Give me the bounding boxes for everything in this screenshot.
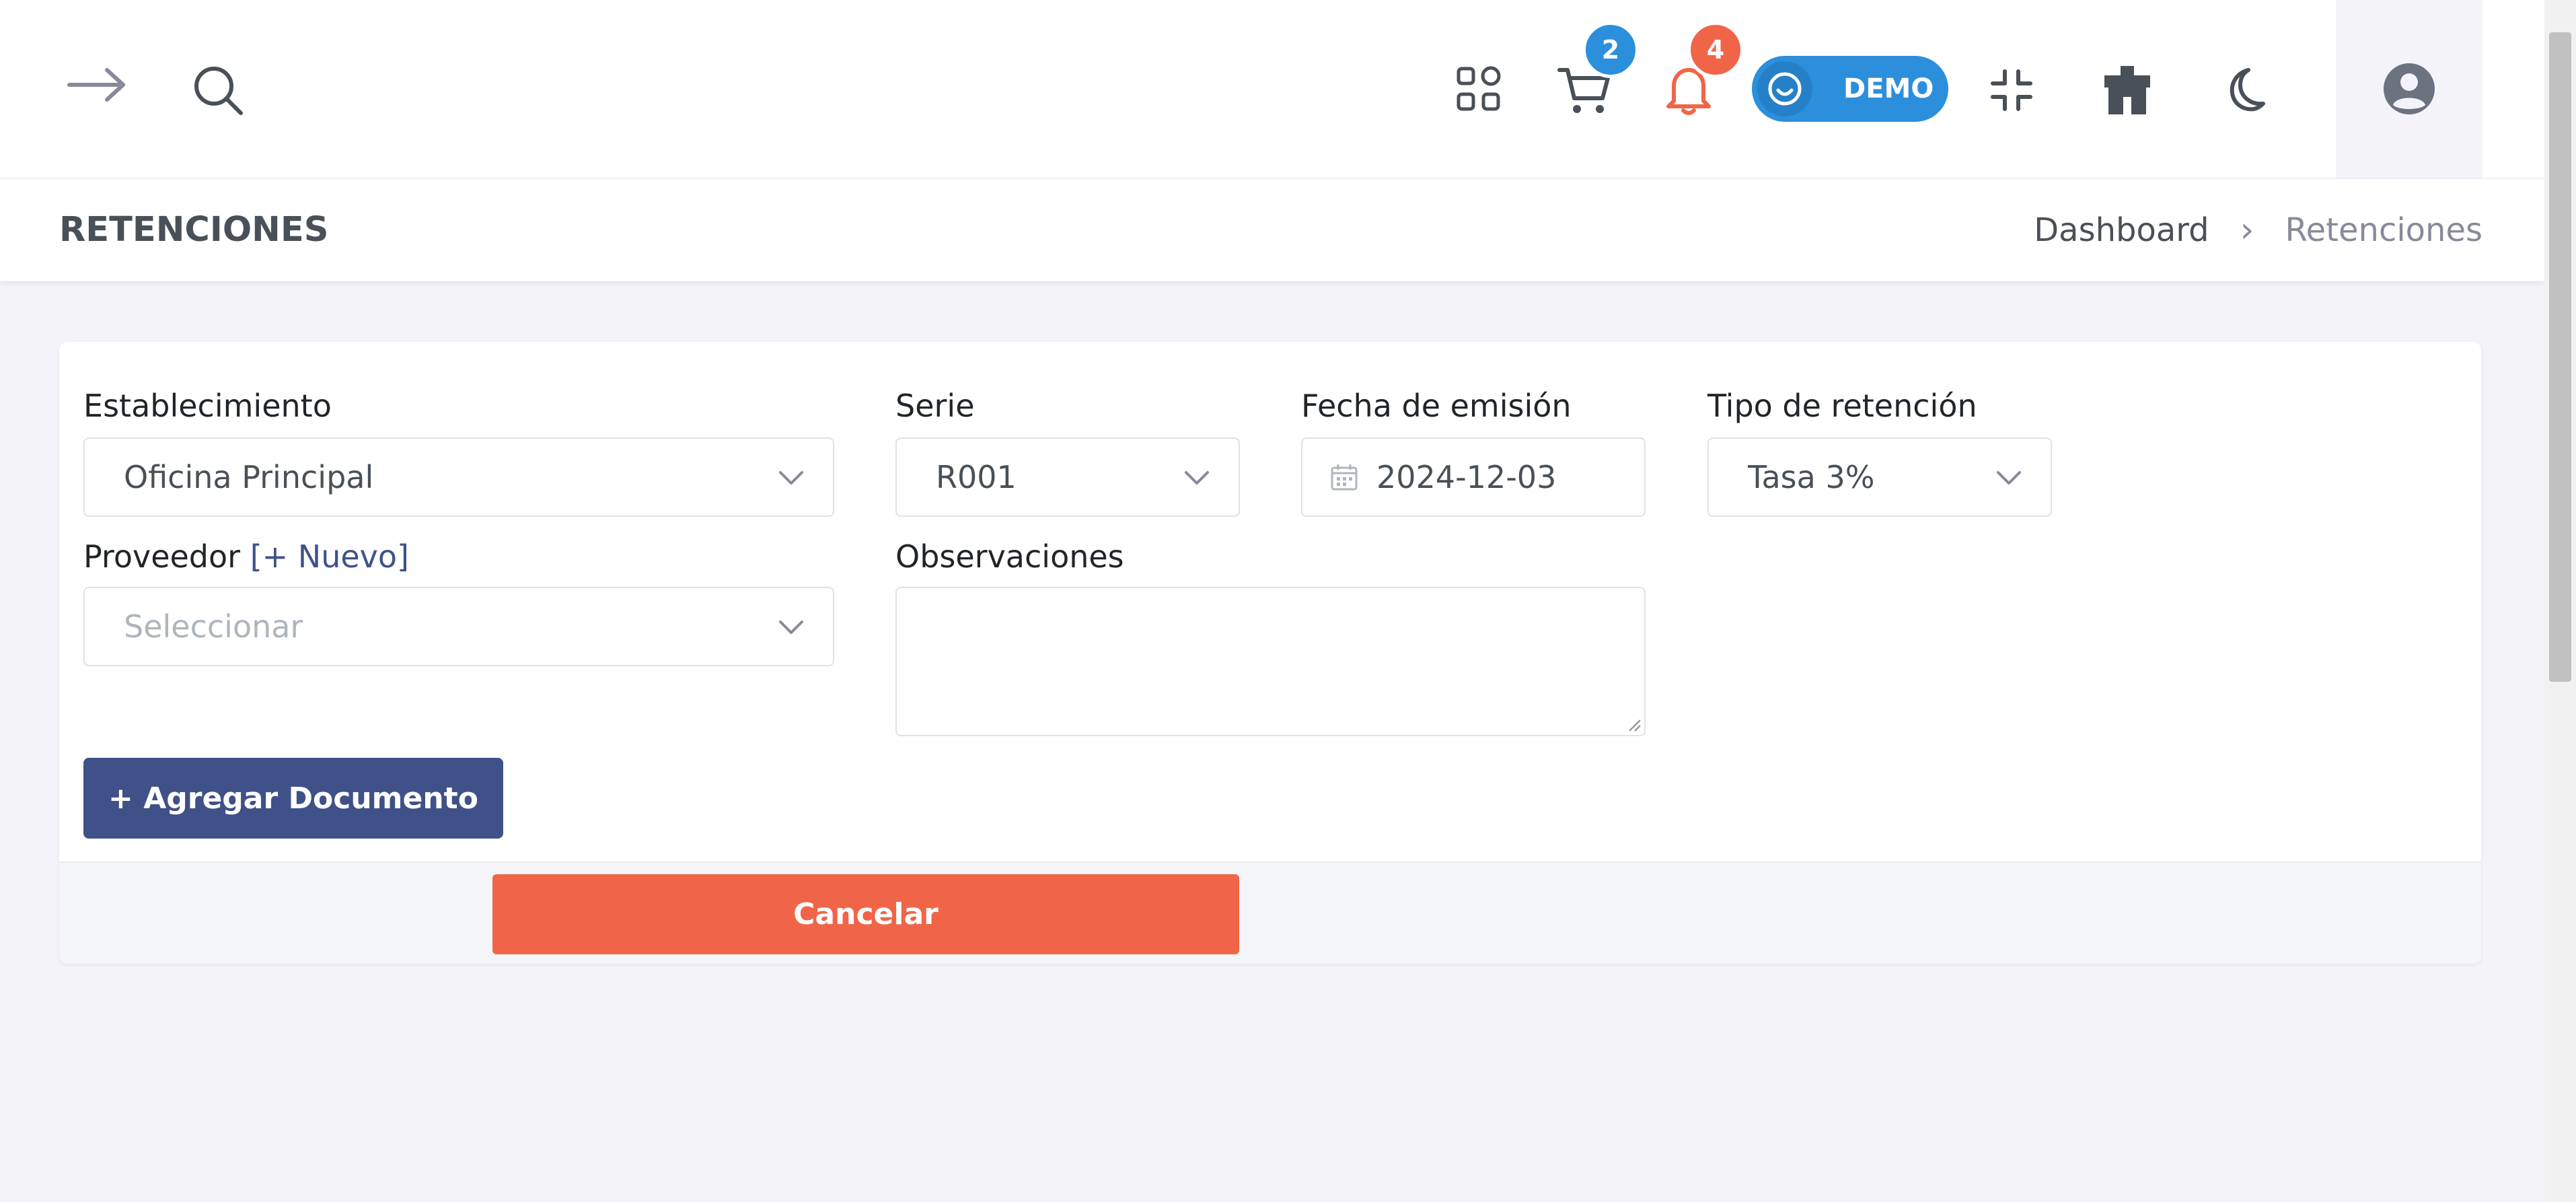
breadcrumb: Dashboard › Retenciones — [2034, 179, 2482, 281]
search-icon — [194, 67, 243, 115]
smile-icon — [1768, 72, 1802, 106]
breadcrumb-current: Retenciones — [2285, 211, 2482, 249]
store-icon — [2104, 66, 2150, 114]
breadcrumb-separator: › — [2240, 210, 2254, 250]
chevron-down-icon — [1185, 471, 1209, 485]
establecimiento-value: Oficina Principal — [124, 459, 374, 495]
proveedor-placeholder: Seleccionar — [124, 608, 303, 645]
demo-mode-toggle[interactable]: DEMO — [1752, 56, 1948, 122]
breadcrumb-dashboard-link[interactable]: Dashboard — [2034, 179, 2209, 281]
arrow-right-icon — [67, 68, 125, 102]
chevron-down-icon — [1997, 471, 2021, 485]
tipo-retencion-label: Tipo de retención — [1707, 388, 1977, 424]
observaciones-label: Observaciones — [895, 538, 1124, 575]
cancel-button[interactable]: Cancelar — [492, 874, 1239, 954]
page-title: RETENCIONES — [59, 210, 329, 250]
serie-select[interactable]: R001 — [895, 437, 1240, 517]
sidebar-toggle-button[interactable] — [61, 58, 135, 112]
tipo-retencion-value: Tasa 3% — [1748, 459, 1875, 495]
observaciones-textarea[interactable] — [895, 587, 1646, 736]
chevron-down-icon — [779, 621, 803, 634]
calendar-icon — [1331, 464, 1358, 491]
dark-mode-button[interactable] — [2209, 57, 2277, 124]
page-title-bar: RETENCIONES Dashboard › Retenciones — [0, 179, 2544, 281]
demo-label: DEMO — [1843, 73, 1934, 104]
fullscreen-button[interactable] — [1978, 57, 2045, 124]
minimize-icon — [1991, 69, 2032, 111]
fecha-emision-label: Fecha de emisión — [1301, 388, 1572, 424]
serie-label: Serie — [895, 388, 975, 424]
scrollbar-thumb[interactable] — [2549, 32, 2571, 682]
establecimiento-select[interactable]: Oficina Principal — [83, 437, 834, 517]
proveedor-select[interactable]: Seleccionar — [83, 587, 834, 666]
notification-count-badge: 4 — [1687, 22, 1744, 78]
establecimiento-label: Establecimiento — [83, 388, 332, 424]
form-footer — [59, 861, 2481, 964]
proveedor-label: Proveedor [+ Nuevo] — [83, 538, 409, 575]
fecha-emision-value: 2024-12-03 — [1376, 459, 1557, 495]
avatar-icon — [2384, 63, 2435, 114]
add-document-button[interactable]: + Agregar Documento — [83, 758, 503, 839]
user-menu-button[interactable] — [2336, 0, 2482, 178]
fecha-emision-input[interactable]: 2024-12-03 — [1301, 437, 1646, 517]
apps-grid-icon — [1457, 66, 1501, 111]
new-provider-link[interactable]: [+ Nuevo] — [250, 538, 409, 575]
tipo-retencion-select[interactable]: Tasa 3% — [1707, 437, 2052, 517]
topbar: 2 4 DEMO — [0, 0, 2544, 179]
search-button[interactable] — [184, 57, 252, 124]
store-button[interactable] — [2092, 55, 2162, 125]
cart-count-badge: 2 — [1582, 22, 1639, 78]
apps-button[interactable] — [1445, 55, 1512, 122]
demo-knob — [1757, 61, 1812, 116]
resize-handle-icon[interactable] — [1625, 716, 1642, 732]
serie-value: R001 — [936, 459, 1017, 495]
proveedor-label-text: Proveedor — [83, 538, 241, 575]
moon-icon — [2230, 68, 2265, 112]
chevron-down-icon — [779, 471, 803, 485]
page-scrollbar[interactable] — [2544, 0, 2576, 1202]
